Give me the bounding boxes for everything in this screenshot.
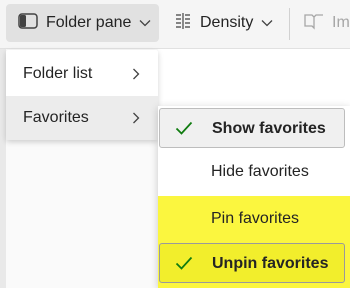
immersive-reader-label: Im xyxy=(332,14,350,31)
toolbar-separator xyxy=(289,8,290,40)
density-button[interactable]: Density xyxy=(170,4,280,42)
chevron-down-icon xyxy=(261,19,273,27)
checkmark-icon xyxy=(175,120,193,141)
menu-item-label: Hide favorites xyxy=(211,163,309,180)
checkmark-icon xyxy=(175,255,193,276)
folder-pane-icon xyxy=(18,12,38,34)
menu-item-pin-favorites[interactable]: Pin favorites xyxy=(159,199,345,239)
menu-item-label: Show favorites xyxy=(212,120,326,137)
chevron-right-icon xyxy=(132,111,140,129)
menu-item-label: Pin favorites xyxy=(211,210,300,227)
menu-item-unpin-favorites[interactable]: Unpin favorites xyxy=(159,243,345,283)
menu-item-folder-list[interactable]: Folder list xyxy=(6,52,158,96)
density-icon xyxy=(174,12,192,35)
folder-pane-button[interactable]: Folder pane xyxy=(6,4,159,42)
folder-pane-label: Folder pane xyxy=(46,14,132,31)
menu-item-label: Favorites xyxy=(23,109,89,126)
density-label: Density xyxy=(200,14,254,31)
menu-item-label: Unpin favorites xyxy=(212,255,329,272)
immersive-reader-icon xyxy=(304,12,324,35)
menu-item-label: Folder list xyxy=(23,65,93,82)
immersive-reader-button[interactable]: Im xyxy=(300,4,350,42)
menu-item-hide-favorites[interactable]: Hide favorites xyxy=(159,152,345,192)
menu-item-show-favorites[interactable]: Show favorites xyxy=(159,108,345,148)
menu-item-favorites[interactable]: Favorites xyxy=(6,96,158,140)
chevron-down-icon xyxy=(139,19,151,27)
chevron-right-icon xyxy=(132,67,140,85)
toolbar: Folder pane Density Im xyxy=(0,0,350,49)
